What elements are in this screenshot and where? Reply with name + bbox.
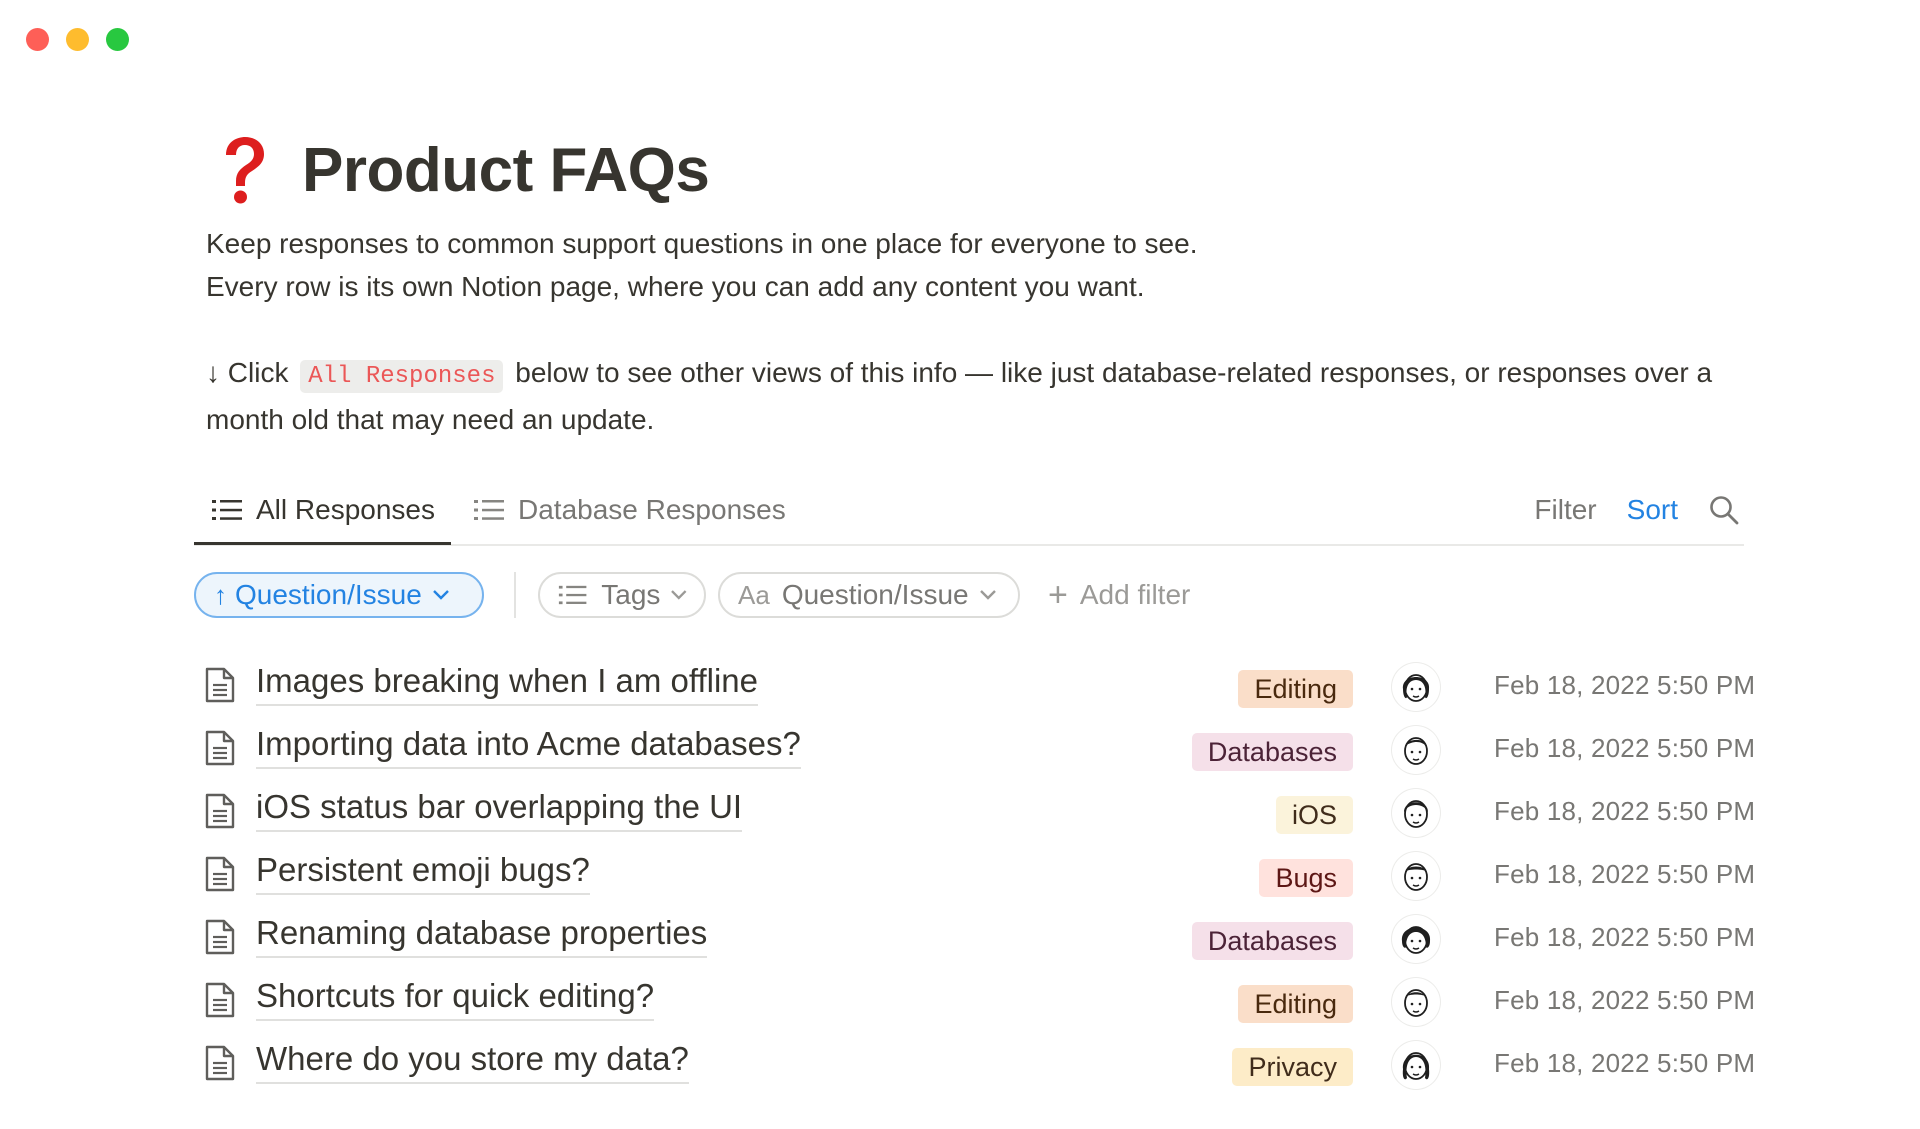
page-header: Product FAQs xyxy=(206,130,1746,210)
tags-pill-label: Tags xyxy=(601,579,661,610)
search-icon[interactable] xyxy=(1708,494,1740,526)
list-icon xyxy=(474,500,504,520)
arrow-up-icon: ↑ xyxy=(214,579,227,610)
row-title-link[interactable]: Renaming database properties xyxy=(256,913,708,958)
face-icon xyxy=(1401,926,1431,954)
page-document-icon xyxy=(205,856,235,892)
question-pill-label: Question/Issue xyxy=(781,579,969,610)
sort-button[interactable]: Sort xyxy=(1627,494,1678,526)
window-controls xyxy=(26,28,129,51)
row-date: Feb 18, 2022 5:50 PM xyxy=(1494,670,1756,700)
description-line: Keep responses to common support questio… xyxy=(206,228,1198,259)
page-document-icon xyxy=(205,919,235,955)
tab-label: All Responses xyxy=(256,494,435,525)
table-row[interactable]: Images breaking when I am offline Editin… xyxy=(200,658,1755,721)
list-icon xyxy=(558,585,587,605)
row-title-link[interactable]: Shortcuts for quick editing? xyxy=(256,976,655,1021)
page-description: Keep responses to common support questio… xyxy=(206,222,1746,441)
plus-icon: + xyxy=(1048,575,1068,614)
table-row[interactable]: Importing data into Acme databases? Data… xyxy=(200,721,1755,784)
page-document-icon xyxy=(205,793,235,829)
table-row[interactable]: iOS status bar overlapping the UI iOS Fe… xyxy=(200,784,1755,847)
instruction-paragraph: ↓ Click All Responses below to see other… xyxy=(206,351,1746,441)
tag-badge: iOS xyxy=(1275,796,1353,834)
table-row[interactable]: Shortcuts for quick editing? Editing Feb… xyxy=(200,973,1755,1036)
chevron-down-icon xyxy=(671,590,687,600)
filter-bar: ↑ Question/Issue Tags Aa Question/Issue … xyxy=(194,570,1190,620)
close-window-button[interactable] xyxy=(26,28,49,51)
person-avatar-7[interactable] xyxy=(1392,1041,1440,1089)
face-icon xyxy=(1404,989,1428,1017)
inline-code: All Responses xyxy=(300,360,504,393)
row-title-link[interactable]: Images breaking when I am offline xyxy=(256,661,759,706)
page-document-icon xyxy=(205,667,235,703)
sort-pill-label: Question/Issue xyxy=(235,579,422,610)
question-mark-icon[interactable] xyxy=(214,135,272,205)
add-filter-button[interactable]: + Add filter xyxy=(1048,576,1190,615)
sort-pill[interactable]: ↑ Question/Issue xyxy=(194,572,484,618)
row-date: Feb 18, 2022 5:50 PM xyxy=(1494,859,1756,889)
description-line: Every row is its own Notion page, where … xyxy=(206,271,1145,302)
row-date: Feb 18, 2022 5:50 PM xyxy=(1494,796,1756,826)
filter-button[interactable]: Filter xyxy=(1534,494,1596,526)
tag-badge: Bugs xyxy=(1259,859,1353,897)
face-icon xyxy=(1404,800,1428,828)
person-avatar-3[interactable] xyxy=(1392,789,1440,837)
table-row[interactable]: Where do you store my data? Privacy Feb … xyxy=(200,1036,1755,1099)
tag-badge: Privacy xyxy=(1232,1048,1353,1086)
maximize-window-button[interactable] xyxy=(106,28,129,51)
chevron-down-icon xyxy=(979,590,996,600)
row-date: Feb 18, 2022 5:50 PM xyxy=(1494,733,1756,763)
list-icon xyxy=(212,500,242,520)
tag-badge: Databases xyxy=(1191,733,1353,771)
view-tools: Filter Sort xyxy=(1534,478,1740,542)
tag-badge: Editing xyxy=(1238,670,1353,708)
page-document-icon xyxy=(205,1045,235,1081)
page-content: Product FAQs Keep responses to common su… xyxy=(206,130,1746,441)
question-filter-pill[interactable]: Aa Question/Issue xyxy=(718,572,1020,618)
person-avatar-6[interactable] xyxy=(1392,978,1440,1026)
row-title-link[interactable]: iOS status bar overlapping the UI xyxy=(256,787,743,832)
tag-badge: Editing xyxy=(1238,985,1353,1023)
person-avatar-4[interactable] xyxy=(1392,852,1440,900)
face-icon xyxy=(1402,1052,1430,1080)
page-document-icon xyxy=(205,730,235,766)
tab-label: Database Responses xyxy=(518,494,786,525)
row-title-link[interactable]: Persistent emoji bugs? xyxy=(256,850,590,895)
minimize-window-button[interactable] xyxy=(66,28,89,51)
face-icon xyxy=(1404,737,1428,765)
view-tabs: All Responses Database Responses Filter … xyxy=(194,478,1744,546)
tab-all-responses[interactable]: All Responses xyxy=(194,478,451,545)
face-icon xyxy=(1404,863,1428,891)
page-document-icon xyxy=(205,982,235,1018)
page-title: Product FAQs xyxy=(302,135,710,205)
table-row[interactable]: Persistent emoji bugs? Bugs Feb 18, 2022… xyxy=(200,847,1755,910)
row-date: Feb 18, 2022 5:50 PM xyxy=(1494,985,1756,1015)
row-title-link[interactable]: Importing data into Acme databases? xyxy=(256,724,801,769)
text-property-icon: Aa xyxy=(738,579,770,610)
tag-badge: Databases xyxy=(1191,922,1353,960)
row-date: Feb 18, 2022 5:50 PM xyxy=(1494,1048,1756,1078)
divider xyxy=(514,572,516,618)
row-title-link[interactable]: Where do you store my data? xyxy=(256,1039,689,1084)
face-icon xyxy=(1402,674,1430,702)
person-avatar-1[interactable] xyxy=(1392,663,1440,711)
person-avatar-2[interactable] xyxy=(1392,726,1440,774)
instruction-prefix: ↓ Click xyxy=(206,357,289,388)
chevron-down-icon xyxy=(432,590,449,600)
add-filter-label: Add filter xyxy=(1079,579,1191,610)
row-date: Feb 18, 2022 5:50 PM xyxy=(1494,922,1756,952)
responses-list: Images breaking when I am offline Editin… xyxy=(200,658,1755,1099)
person-avatar-5[interactable] xyxy=(1392,915,1440,963)
table-row[interactable]: Renaming database properties Databases F… xyxy=(200,910,1755,973)
tags-filter-pill[interactable]: Tags xyxy=(538,572,706,618)
tab-database-responses[interactable]: Database Responses xyxy=(474,478,786,542)
